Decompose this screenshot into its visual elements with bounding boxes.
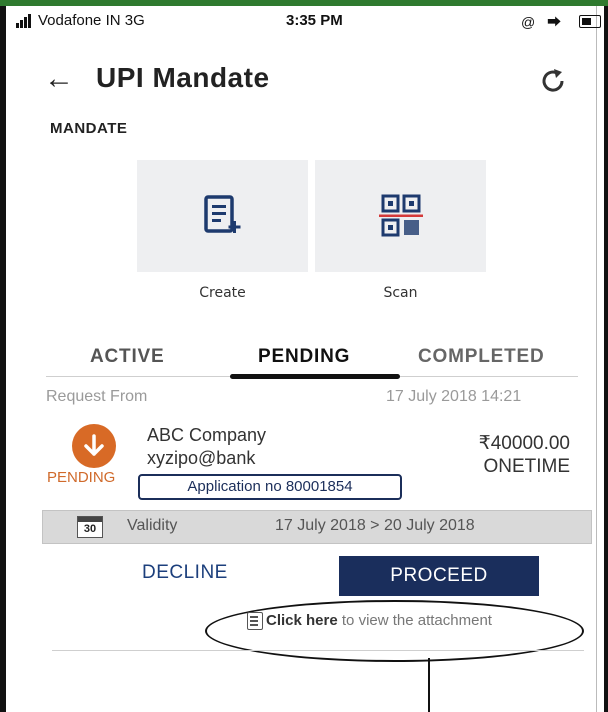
back-arrow-icon[interactable]: ← bbox=[44, 62, 74, 96]
tab-completed[interactable]: COMPLETED bbox=[418, 346, 544, 368]
application-number: Application no 80001854 bbox=[138, 474, 402, 500]
status-bar: Vodafone IN 3G 3:35 PM @ ⮕ bbox=[16, 10, 601, 34]
right-border bbox=[604, 6, 608, 712]
app-header: ← UPI Mandate bbox=[44, 60, 584, 100]
decline-button[interactable]: DECLINE bbox=[142, 562, 228, 584]
attachment-caption: to view the attachment bbox=[337, 612, 492, 629]
highlight-oval bbox=[205, 600, 584, 662]
calendar-icon: 30 bbox=[77, 516, 103, 538]
mandate-amount: ₹40000.00 ONETIME bbox=[446, 432, 570, 478]
create-document-icon bbox=[203, 195, 240, 233]
refresh-icon[interactable] bbox=[538, 66, 568, 96]
calendar-day: 30 bbox=[83, 523, 97, 535]
status-badge: PENDING bbox=[47, 469, 116, 486]
payee-vpa: xyzipo@bank bbox=[147, 448, 256, 468]
battery-icon bbox=[579, 15, 601, 28]
validity-label: Validity bbox=[127, 517, 178, 534]
create-label: Create bbox=[199, 285, 246, 301]
signal-icon bbox=[16, 14, 36, 28]
scan-mandate-button[interactable] bbox=[315, 160, 486, 272]
amount-value: ₹40000.00 bbox=[478, 433, 570, 454]
attachment-icon[interactable] bbox=[247, 612, 263, 630]
phone-screen: Vodafone IN 3G 3:35 PM @ ⮕ ← UPI Mandate… bbox=[0, 0, 608, 712]
request-date: 17 July 2018 14:21 bbox=[386, 388, 522, 405]
content-divider bbox=[52, 650, 584, 651]
tab-pending[interactable]: PENDING bbox=[258, 346, 350, 368]
payee-info: ABC Company xyzipo@bank bbox=[147, 424, 266, 470]
page-title: UPI Mandate bbox=[96, 62, 270, 93]
view-attachment-link[interactable]: Click here to view the attachment bbox=[266, 612, 492, 629]
proceed-button[interactable]: PROCEED bbox=[339, 556, 539, 596]
carrier-label: Vodafone IN 3G bbox=[38, 12, 145, 29]
left-border bbox=[0, 6, 6, 712]
screen-edge bbox=[596, 6, 597, 712]
create-mandate-button[interactable] bbox=[137, 160, 308, 272]
company-name: ABC Company bbox=[147, 425, 267, 445]
status-icons: @ ⮕ bbox=[521, 14, 566, 30]
click-here-text[interactable]: Click here bbox=[266, 612, 338, 629]
qr-scan-icon bbox=[378, 194, 423, 237]
down-arrow-icon bbox=[84, 434, 104, 456]
tab-active[interactable]: ACTIVE bbox=[90, 346, 164, 368]
annotation-pointer bbox=[428, 658, 430, 712]
validity-bar: 30 Validity 17 July 2018 > 20 July 2018 bbox=[42, 510, 592, 544]
top-border bbox=[0, 0, 608, 6]
validity-range: 17 July 2018 > 20 July 2018 bbox=[275, 517, 475, 534]
tab-indicator bbox=[230, 374, 400, 379]
mandate-tabs: ACTIVE PENDING COMPLETED bbox=[46, 344, 578, 382]
mandate-frequency: ONETIME bbox=[483, 456, 570, 477]
section-label: MANDATE bbox=[50, 120, 128, 137]
clock: 3:35 PM bbox=[286, 12, 343, 29]
request-from-label: Request From bbox=[46, 388, 148, 405]
scan-label: Scan bbox=[383, 285, 418, 301]
pending-status-icon bbox=[72, 424, 116, 468]
